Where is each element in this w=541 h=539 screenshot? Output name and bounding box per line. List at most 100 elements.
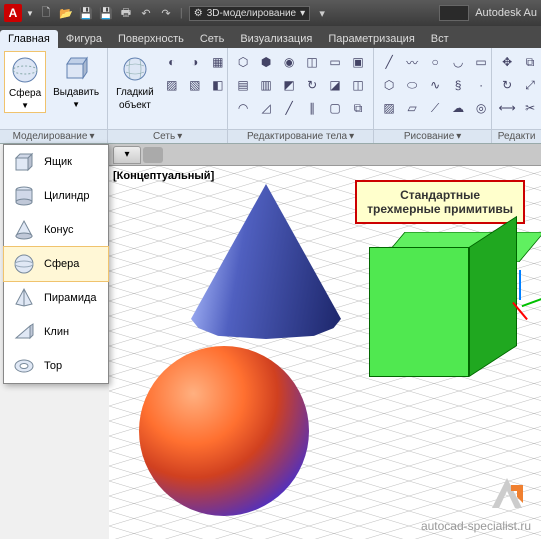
mesh-convert-icon[interactable]: ◧ — [207, 74, 229, 96]
offset-face-icon[interactable]: ◩ — [278, 74, 300, 96]
separate-icon[interactable]: ⧉ — [347, 97, 369, 119]
plot-icon[interactable]: 🖶 — [118, 5, 134, 21]
callout-line1: Стандартные — [367, 188, 513, 202]
copy-edge-icon[interactable]: ∥ — [301, 97, 323, 119]
extrude-button[interactable]: Выдавить ▼ — [49, 51, 103, 111]
watermark-text: autocad-specialist.ru — [421, 519, 531, 533]
hatch-icon[interactable]: ▨ — [378, 97, 400, 119]
mirror-icon[interactable]: ⟷ — [496, 97, 518, 119]
region-icon[interactable]: ▱ — [401, 97, 423, 119]
tab-home[interactable]: Главная — [0, 30, 58, 48]
tab-parametric[interactable]: Параметризация — [320, 30, 422, 48]
dropdown-label: Цилиндр — [44, 190, 89, 202]
primitive-dropdown: Ящик Цилиндр Конус Сфера Пирамида Клин Т… — [3, 144, 109, 384]
panel-label-modify[interactable]: Редакти — [492, 129, 541, 143]
mesh-crease-icon[interactable]: ▨ — [161, 74, 183, 96]
polygon-icon[interactable]: ⬡ — [378, 74, 400, 96]
workspace-selector[interactable]: ⚙ 3D-моделирование ▾ — [189, 6, 310, 21]
qat-more-icon[interactable]: ▾ — [314, 5, 330, 21]
intersect-icon[interactable]: ◉ — [278, 51, 300, 73]
dropdown-item-box[interactable]: Ящик — [4, 145, 108, 179]
panel-label-modeling[interactable]: Моделирование▾ — [0, 129, 107, 143]
tab-surface[interactable]: Поверхность — [110, 30, 192, 48]
dropdown-label: Сфера — [44, 258, 79, 270]
dropdown-label: Ящик — [44, 156, 72, 168]
save-icon[interactable]: 💾 — [78, 5, 94, 21]
tab-insert[interactable]: Вст — [423, 30, 457, 48]
viewport[interactable]: [Концептуальный] Стандартные трехмерные … — [109, 166, 541, 539]
3dpoly-icon[interactable]: ⟋ — [424, 97, 446, 119]
spline-icon[interactable]: ∿ — [424, 74, 446, 96]
scale-icon[interactable]: ⤢ — [519, 74, 541, 96]
revcloud-icon[interactable]: ☁ — [447, 97, 469, 119]
document-tab[interactable]: ▾ — [113, 146, 141, 164]
mesh-less-smooth-icon[interactable]: ◑ — [184, 51, 206, 73]
saveas-icon[interactable]: 💾 — [98, 5, 114, 21]
copy-icon[interactable]: ⧉ — [519, 51, 541, 73]
app-menu-arrow-icon[interactable]: ▼ — [26, 9, 34, 18]
ellipse-icon[interactable]: ⬭ — [401, 74, 423, 96]
tab-render[interactable]: Визуализация — [232, 30, 320, 48]
primitive-sphere-button[interactable]: Сфера ▼ — [4, 51, 46, 113]
helix-icon[interactable]: § — [447, 74, 469, 96]
app-menu-button[interactable]: A — [4, 4, 22, 22]
fillet-edge-icon[interactable]: ◠ — [232, 97, 254, 119]
rotate-icon[interactable]: ↻ — [496, 74, 518, 96]
rotate-face-icon[interactable]: ↻ — [301, 74, 323, 96]
taper-face-icon[interactable]: ◪ — [324, 74, 346, 96]
smooth-label1: Гладкий — [116, 87, 154, 98]
point-icon[interactable]: · — [470, 74, 492, 96]
tab-solid[interactable]: Фигура — [58, 30, 110, 48]
box-object[interactable] — [369, 231, 519, 391]
color-face-icon[interactable]: ◫ — [347, 74, 369, 96]
undo-icon[interactable]: ↶ — [138, 5, 154, 21]
polyline-icon[interactable]: 〰 — [401, 51, 423, 73]
move-face-icon[interactable]: ▥ — [255, 74, 277, 96]
subtract-icon[interactable]: ⬢ — [255, 51, 277, 73]
dropdown-item-torus[interactable]: Тор — [4, 349, 108, 383]
donut-icon[interactable]: ◎ — [470, 97, 492, 119]
chamfer-edge-icon[interactable]: ◿ — [255, 97, 277, 119]
slice-icon[interactable]: ◫ — [301, 51, 323, 73]
sphere-object[interactable] — [139, 346, 309, 516]
arc-icon[interactable]: ◡ — [447, 51, 469, 73]
circle-icon[interactable]: ○ — [424, 51, 446, 73]
move-icon[interactable]: ✥ — [496, 51, 518, 73]
imprint-icon[interactable]: ▣ — [347, 51, 369, 73]
new-document-tab[interactable] — [143, 147, 163, 163]
panel-label-mesh[interactable]: Сеть▾ — [108, 129, 227, 143]
mesh-more-smooth-icon[interactable]: ◐ — [161, 51, 183, 73]
dropdown-item-wedge[interactable]: Клин — [4, 315, 108, 349]
mesh-small-buttons: ◐ ◑ ▦ ▨ ▧ ◧ — [161, 51, 229, 96]
extrude-icon — [60, 53, 92, 85]
new-icon[interactable]: 🗋 — [38, 5, 54, 21]
extrude-face-icon[interactable]: ▤ — [232, 74, 254, 96]
redo-icon[interactable]: ↷ — [158, 5, 174, 21]
color-edge-icon[interactable]: ╱ — [278, 97, 300, 119]
ucs-axis-icon[interactable] — [509, 286, 541, 326]
chevron-down-icon: ▾ — [300, 8, 305, 19]
trim-icon[interactable]: ✂ — [519, 97, 541, 119]
tab-mesh[interactable]: Сеть — [192, 30, 232, 48]
visual-style-label[interactable]: [Концептуальный] — [113, 170, 214, 182]
smooth-object-button[interactable]: Гладкий объект — [112, 51, 158, 113]
union-icon[interactable]: ⬡ — [232, 51, 254, 73]
rectangle-icon[interactable]: ▭ — [470, 51, 492, 73]
dropdown-item-cylinder[interactable]: Цилиндр — [4, 179, 108, 213]
panel-label-draw[interactable]: Рисование▾ — [374, 129, 491, 143]
dropdown-item-pyramid[interactable]: Пирамида — [4, 281, 108, 315]
panel-label-solidedit[interactable]: Редактирование тела▾ — [228, 129, 373, 143]
wedge-icon — [12, 320, 36, 344]
mesh-uncrease-icon[interactable]: ▧ — [184, 74, 206, 96]
open-icon[interactable]: 📂 — [58, 5, 74, 21]
line-icon[interactable]: ╱ — [378, 51, 400, 73]
pyramid-icon — [12, 286, 36, 310]
thicken-icon[interactable]: ▭ — [324, 51, 346, 73]
cone-icon — [12, 218, 36, 242]
mesh-refine-icon[interactable]: ▦ — [207, 51, 229, 73]
solidedit-buttons: ⬡ ⬢ ◉ ◫ ▭ ▣ ▤ ▥ ◩ ↻ ◪ ◫ ◠ ◿ ╱ ∥ ▢ ⧉ — [232, 51, 369, 119]
search-input[interactable] — [439, 5, 469, 21]
dropdown-item-cone[interactable]: Конус — [4, 213, 108, 247]
shell-icon[interactable]: ▢ — [324, 97, 346, 119]
dropdown-item-sphere[interactable]: Сфера — [3, 246, 109, 282]
